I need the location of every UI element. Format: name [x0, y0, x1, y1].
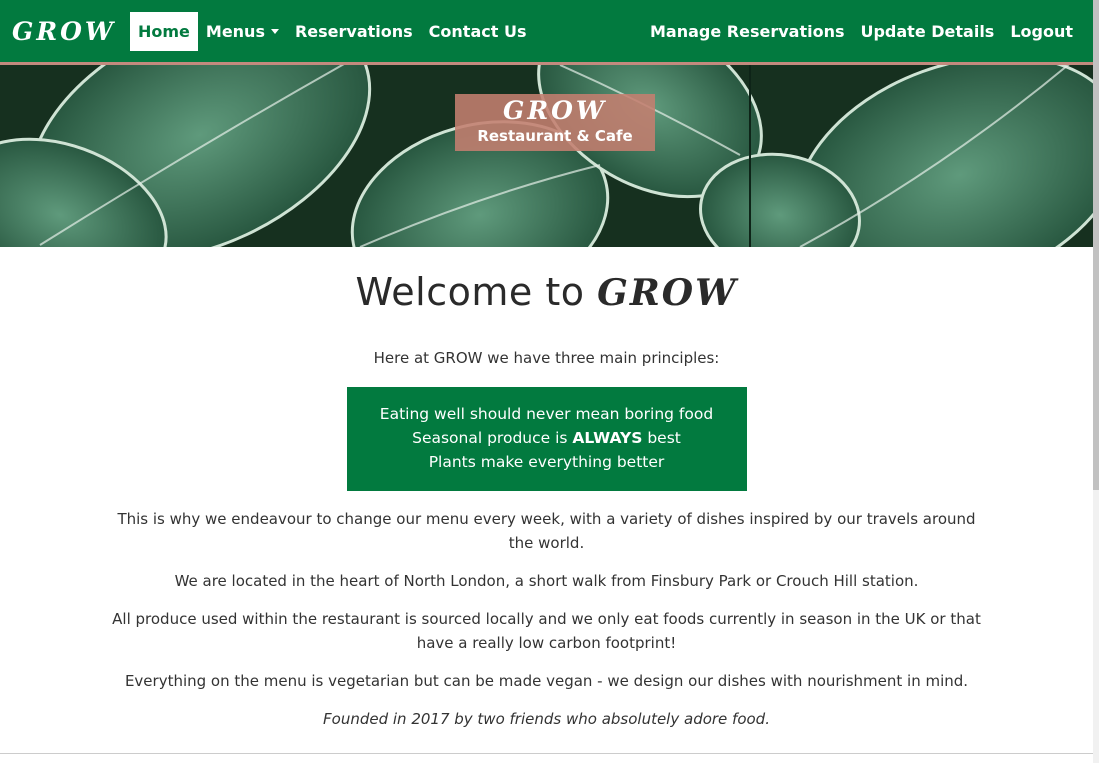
- welcome-prefix: Welcome to: [355, 270, 585, 314]
- principle-1: Eating well should never mean boring foo…: [379, 405, 714, 423]
- hero-badge: GROW Restaurant & Cafe: [455, 94, 655, 151]
- hero-leaves-image: [0, 65, 1093, 247]
- paragraph-location: We are located in the heart of North Lon…: [174, 572, 919, 590]
- navbar: GROW Home Menus Reservations Contact Us …: [0, 0, 1093, 65]
- page-title: Welcome to GROW: [0, 269, 1093, 316]
- principle-2-bold: ALWAYS: [572, 429, 643, 447]
- divider: [0, 753, 1093, 754]
- paragraph-vegetarian: Everything on the menu is vegetarian but…: [124, 672, 969, 690]
- principle-3: Plants make everything better: [428, 453, 665, 471]
- paragraph-menu: This is why we endeavour to change our m…: [117, 510, 976, 552]
- nav-update-details[interactable]: Update Details: [852, 12, 1002, 51]
- scrollbar[interactable]: [1093, 0, 1099, 763]
- nav-right-group: Manage Reservations Update Details Logou…: [642, 12, 1081, 51]
- nav-manage-reservations[interactable]: Manage Reservations: [642, 12, 852, 51]
- paragraph-founded: Founded in 2017 by two friends who absol…: [323, 710, 770, 728]
- nav-contact-us[interactable]: Contact Us: [421, 12, 535, 51]
- nav-home[interactable]: Home: [129, 11, 198, 51]
- brand-logo[interactable]: GROW: [12, 17, 116, 46]
- principle-2-pre: Seasonal produce is: [412, 429, 568, 447]
- nav-menus-label: Menus: [205, 21, 265, 41]
- nav-menus-dropdown[interactable]: Menus: [198, 12, 287, 51]
- welcome-brand: GROW: [597, 272, 738, 314]
- hero-subtitle: Restaurant & Cafe: [477, 127, 633, 145]
- paragraph-produce: All produce used within the restaurant i…: [112, 610, 981, 652]
- principle-2: Seasonal produce is ALWAYS best: [347, 426, 747, 450]
- intro-text: Here at GROW we have three main principl…: [373, 349, 720, 367]
- principles-box: Eating well should never mean boring foo…: [346, 387, 747, 491]
- hero-title: GROW: [503, 96, 607, 125]
- scrollbar-thumb[interactable]: [1093, 0, 1099, 490]
- hero-banner: GROW Restaurant & Cafe: [0, 65, 1093, 247]
- chevron-down-icon: [270, 28, 279, 34]
- nav-reservations[interactable]: Reservations: [287, 12, 421, 51]
- main-content: Welcome to GROW Here at GROW we have thr…: [0, 247, 1093, 731]
- principle-2-post: best: [647, 429, 681, 447]
- nav-logout[interactable]: Logout: [1002, 12, 1081, 51]
